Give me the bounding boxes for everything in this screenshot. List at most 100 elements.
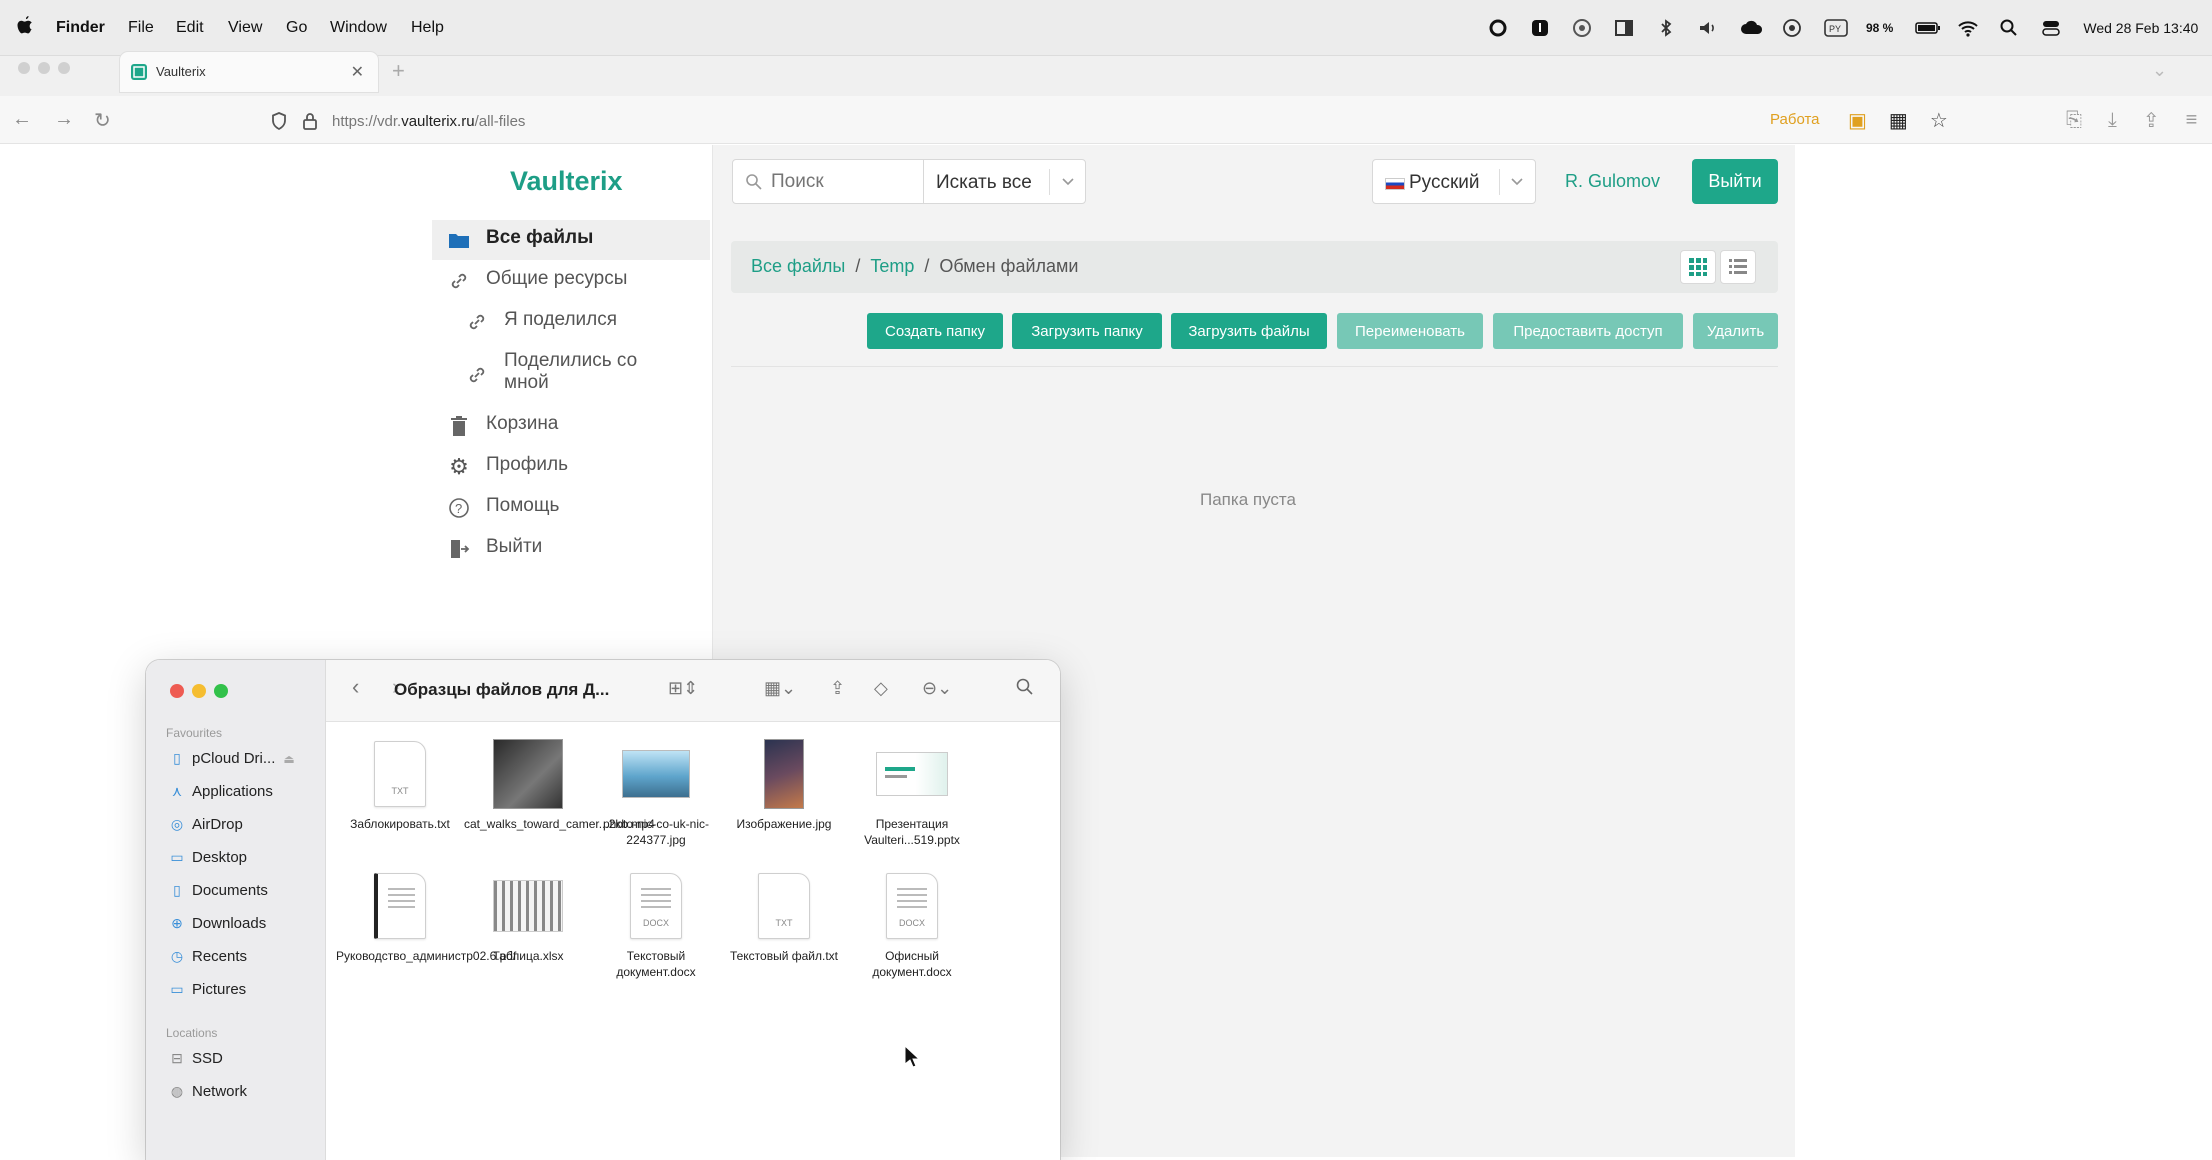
spotlight-search-icon[interactable] — [1999, 18, 2019, 38]
nav-shared-by-me[interactable]: Я поделился — [464, 309, 617, 335]
nav-trash[interactable]: Корзина — [446, 413, 558, 439]
eject-icon[interactable]: ⏏ — [283, 752, 294, 766]
sidebar-item-pcloud[interactable]: ▯ pCloud Dri... ⏏ — [168, 750, 295, 767]
share-access-button[interactable]: Предоставить доступ — [1493, 313, 1683, 349]
profile-case-icon[interactable]: ▣ — [1848, 108, 1867, 133]
volume-icon[interactable] — [1698, 18, 1718, 38]
lock-icon[interactable] — [302, 111, 318, 131]
new-tab-icon[interactable]: + — [392, 58, 405, 84]
sidebar-item-network[interactable]: ◍ Network — [168, 1083, 247, 1100]
nav-shared-by-me-label: Я поделился — [504, 309, 618, 330]
file-item[interactable]: Руководство_администр02.6.pdf — [336, 870, 516, 964]
grid-view-button[interactable] — [1680, 250, 1716, 284]
sidebar-item-ssd[interactable]: ⊟ SSD — [168, 1050, 223, 1067]
group-by-icon[interactable]: ⊞⇕ — [668, 678, 698, 699]
more-actions-icon[interactable]: ⊖⌄ — [922, 678, 952, 699]
menu-go[interactable]: Go — [286, 19, 307, 37]
bookmark-star-icon[interactable]: ☆ — [1930, 108, 1948, 133]
list-view-button[interactable] — [1720, 250, 1756, 284]
window-close-dot[interactable] — [18, 62, 30, 74]
tab-close-icon[interactable]: ✕ — [351, 62, 364, 82]
tag-icon[interactable]: ◇ — [874, 678, 888, 699]
bluetooth-icon[interactable] — [1656, 18, 1676, 38]
file-item[interactable]: Таблица.xlsx — [464, 870, 592, 964]
nav-shared-with-me[interactable]: Поделились со мной — [464, 350, 674, 394]
create-folder-button[interactable]: Создать папку — [867, 313, 1003, 349]
file-item[interactable]: TXT Заблокировать.txt — [336, 738, 464, 832]
file-item[interactable]: DOCX Текстовый документ.docx — [592, 870, 720, 980]
browser-tab[interactable]: Vaulterix ✕ — [120, 52, 378, 92]
language-select[interactable]: Русский — [1372, 159, 1536, 204]
menu-help[interactable]: Help — [411, 19, 444, 37]
menu-icon[interactable]: ≡ — [2186, 109, 2198, 132]
screen-share-icon[interactable] — [1572, 18, 1592, 38]
nav-logout[interactable]: Выйти — [446, 536, 542, 562]
menu-file[interactable]: File — [128, 19, 154, 37]
file-item[interactable]: DOCX Офисный документ.docx — [848, 870, 976, 980]
share-icon[interactable]: ⇪ — [2143, 108, 2160, 133]
reload-icon[interactable]: ↻ — [94, 108, 111, 133]
finder-minimize-button[interactable] — [192, 684, 206, 698]
view-options-icon[interactable]: ▦⌄ — [764, 678, 796, 699]
sidebar-item-airdrop[interactable]: ◎ AirDrop — [168, 816, 243, 833]
finder-back-icon[interactable]: ‹ — [352, 674, 359, 700]
finder-close-button[interactable] — [170, 684, 184, 698]
finder-zoom-button[interactable] — [214, 684, 228, 698]
file-item[interactable]: cat_walks_toward_camer...2kb.mp4 — [464, 738, 655, 832]
play-circle-icon[interactable] — [1782, 18, 1802, 38]
upload-files-button[interactable]: Загрузить файлы — [1171, 313, 1327, 349]
tiktok-icon[interactable] — [1530, 18, 1550, 38]
file-item[interactable]: TXT Текстовый файл.txt — [720, 870, 848, 964]
logout-button[interactable]: Выйти — [1692, 159, 1778, 204]
breadcrumb-root-link[interactable]: Все файлы — [751, 256, 845, 277]
delete-button[interactable]: Удалить — [1693, 313, 1778, 349]
cloud-icon[interactable] — [1740, 18, 1763, 38]
breadcrumb-temp-link[interactable]: Temp — [870, 256, 914, 277]
menu-app-name[interactable]: Finder — [56, 19, 105, 37]
upload-folder-button[interactable]: Загрузить папку — [1012, 313, 1162, 349]
file-item[interactable]: photo-nic-co-uk-nic-224377.jpg — [592, 738, 720, 848]
record-icon[interactable] — [1488, 18, 1508, 38]
nav-all-files[interactable]: Все файлы — [446, 227, 593, 253]
forward-icon[interactable]: → — [54, 108, 74, 131]
menu-window[interactable]: Window — [330, 19, 387, 37]
nav-help[interactable]: ? Помощь — [446, 495, 559, 521]
reader-icon[interactable]: ⎘ — [2066, 109, 2082, 132]
file-item[interactable]: Презентация Vaulteri...519.pptx — [848, 738, 976, 848]
menu-edit[interactable]: Edit — [176, 19, 204, 37]
nav-profile[interactable]: ⚙ Профиль — [446, 454, 568, 480]
keyboard-layout-icon[interactable]: PY — [1824, 18, 1848, 38]
control-center-icon[interactable] — [2041, 18, 2061, 38]
sidebar-item-documents[interactable]: ▯ Documents — [168, 882, 268, 899]
search-input[interactable] — [771, 168, 941, 196]
rename-button[interactable]: Переименовать — [1337, 313, 1483, 349]
finder-search-icon[interactable] — [1016, 678, 1034, 696]
back-icon[interactable]: ← — [12, 108, 32, 131]
menubar-clock[interactable]: Wed 28 Feb 13:40 — [2083, 20, 2198, 36]
wifi-icon[interactable] — [1957, 18, 1979, 38]
link-icon — [464, 362, 490, 388]
battery-icon[interactable] — [1915, 18, 1941, 38]
container-profile-label[interactable]: Работа — [1770, 111, 1820, 128]
sidebar-item-recents[interactable]: ◷ Recents — [168, 948, 247, 965]
sidebar-item-pictures[interactable]: ▭ Pictures — [168, 981, 246, 998]
user-name-link[interactable]: R. Gulomov — [1565, 171, 1660, 192]
window-zoom-dot[interactable] — [58, 62, 70, 74]
sidebar-item-desktop[interactable]: ▭ Desktop — [168, 849, 247, 866]
nav-shared[interactable]: Общие ресурсы — [446, 268, 627, 294]
window-minimize-dot[interactable] — [38, 62, 50, 74]
file-item[interactable]: Изображение.jpg — [720, 738, 848, 832]
download-icon[interactable]: ⤓ — [2108, 109, 2117, 132]
window-icon[interactable] — [1614, 18, 1634, 38]
app-logo[interactable]: Vaulterix — [510, 166, 623, 197]
finder-share-icon[interactable]: ⇪ — [830, 678, 845, 699]
menu-view[interactable]: View — [228, 19, 262, 37]
tab-list-chevron-icon[interactable]: ⌄ — [2152, 60, 2167, 81]
apple-menu-icon[interactable] — [16, 14, 34, 36]
shield-icon[interactable] — [270, 111, 288, 131]
sidebar-item-applications[interactable]: ⋏ Applications — [168, 783, 273, 800]
sidebar-item-downloads[interactable]: ⊕ Downloads — [168, 915, 266, 932]
search-scope-select[interactable]: Искать все — [923, 160, 1087, 203]
address-bar[interactable]: https://vdr. vaulterix.ru/all-files — [270, 106, 525, 136]
extensions-grid-icon[interactable]: ▦ — [1889, 108, 1908, 133]
